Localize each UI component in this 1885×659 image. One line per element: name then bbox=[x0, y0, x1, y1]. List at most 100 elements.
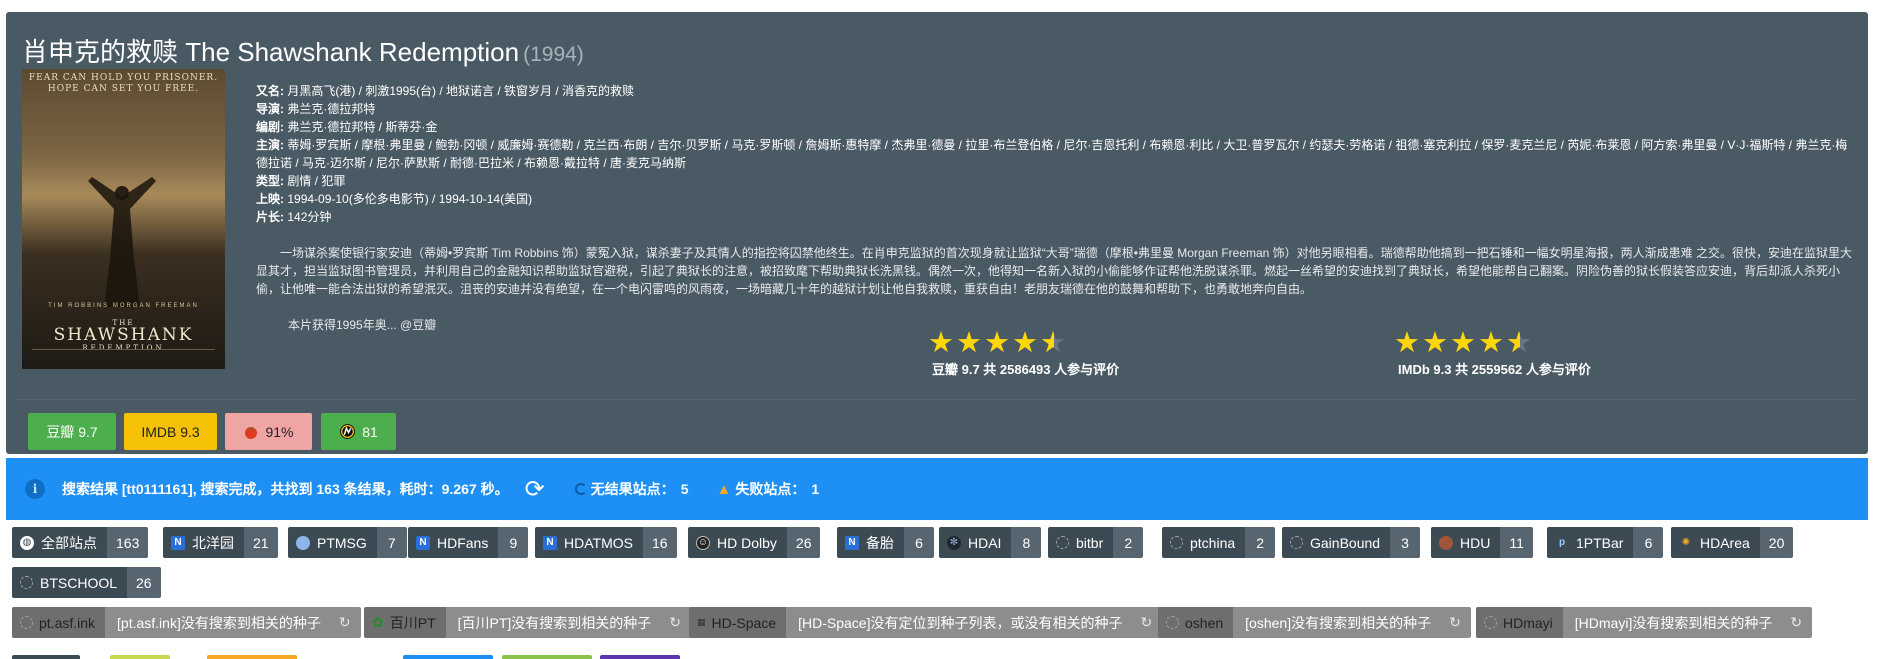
failed-site-name: HDmayi bbox=[1503, 614, 1553, 631]
info-value: 1994-09-10(多伦多电影节) / 1994-10-14(美国) bbox=[287, 192, 533, 206]
movie-info-list: 又名: 月黑高飞(港) / 刺激1995(台) / 地狱诺言 / 铁窗岁月 / … bbox=[256, 82, 1856, 226]
ball-logo-icon bbox=[1439, 535, 1453, 550]
info-value: 弗兰克·德拉邦特 bbox=[287, 102, 376, 116]
info-label: 类型: bbox=[256, 174, 284, 188]
ring-icon bbox=[1290, 536, 1303, 549]
info-row-director: 导演: 弗兰克·德拉邦特 bbox=[256, 100, 1856, 118]
douban-rating-badge[interactable]: 豆瓣 9.7 bbox=[28, 413, 116, 450]
site-filter-all[interactable]: ◍ 全部站点 163 bbox=[12, 527, 149, 558]
result-tag-peek bbox=[403, 655, 493, 659]
failed-site-baichuanpt[interactable]: ✿ 百川PT [百川PT]没有搜索到相关的种子 ↻ bbox=[364, 607, 692, 638]
imdb-stars: ★★★★★ bbox=[1394, 328, 1534, 358]
metacritic-rating-text: 81 bbox=[362, 423, 378, 440]
douban-rating-text: 豆瓣 9.7 bbox=[46, 423, 98, 440]
site-filter-beitai[interactable]: N 备胎 6 bbox=[837, 527, 934, 558]
site-filter-gainbound[interactable]: GainBound 3 bbox=[1282, 527, 1421, 558]
site-filter-1ptbar[interactable]: p 1PTBar 6 bbox=[1547, 527, 1664, 558]
ring-icon bbox=[1166, 616, 1179, 629]
result-tag-peek bbox=[12, 655, 80, 659]
noresult-count: 5 bbox=[680, 481, 689, 497]
site-filter-ptmsg[interactable]: PTMSG 7 bbox=[288, 527, 407, 558]
poster-figure-image bbox=[88, 177, 156, 307]
site-filter-hdatmos[interactable]: N HDATMOS 16 bbox=[535, 527, 677, 558]
refresh-icon[interactable]: ⟳ bbox=[525, 475, 545, 504]
movie-poster[interactable]: FEAR CAN HOLD YOU PRISONER. HOPE CAN SET… bbox=[22, 69, 225, 369]
globe-icon: ◍ bbox=[20, 535, 34, 550]
info-label: 上映: bbox=[256, 192, 284, 206]
site-count: 6 bbox=[1633, 527, 1664, 558]
site-filter-hdarea[interactable]: ✺ HDArea 20 bbox=[1671, 527, 1794, 558]
site-name: 北洋园 bbox=[192, 534, 234, 551]
loading-icon bbox=[574, 483, 587, 495]
site-filter-beiyangyuan[interactable]: N 北洋园 21 bbox=[163, 527, 278, 558]
imdb-rating-badge[interactable]: IMDB 9.3 bbox=[124, 413, 217, 450]
failed-label[interactable]: 失败站点： bbox=[735, 479, 805, 499]
site-count: 11 bbox=[1500, 527, 1533, 558]
retry-icon[interactable]: ↻ bbox=[339, 614, 351, 631]
site-name: PTMSG bbox=[317, 534, 367, 551]
ring-icon bbox=[1056, 536, 1069, 549]
metacritic-rating-badge[interactable]: 81 bbox=[321, 413, 396, 450]
ring-icon bbox=[1170, 536, 1183, 549]
retry-icon[interactable]: ↻ bbox=[1790, 614, 1802, 631]
info-label: 编剧: bbox=[256, 120, 284, 134]
failed-site-hdspace[interactable]: ▦ HD-Space [HD-Space]没有定位到种子列表，或没有相关的种子 ↻ bbox=[689, 607, 1163, 638]
noresult-label[interactable]: 无结果站点： bbox=[591, 479, 675, 499]
movie-info-panel: 肖申克的救赎 The Shawshank Redemption (1994) FE… bbox=[6, 12, 1868, 454]
n-logo-icon: N bbox=[416, 535, 430, 550]
site-filter-hdai[interactable]: ✻ HDAI 8 bbox=[939, 527, 1042, 558]
failed-site-hdmayi[interactable]: HDmayi [HDmayi]没有搜索到相关的种子 ↻ bbox=[1476, 607, 1813, 638]
search-status-text: 搜索结果 [tt0111161], 搜索完成，共找到 163 条结果，耗时：9.… bbox=[62, 481, 509, 497]
site-name: GainBound bbox=[1310, 534, 1381, 551]
site-filter-bitbr[interactable]: bitbr 2 bbox=[1048, 527, 1144, 558]
info-icon: i bbox=[25, 479, 45, 499]
imdb-rating-summary: IMDb 9.3 共 2559562 人参与评价 bbox=[1398, 362, 1591, 377]
info-row-genre: 类型: 剧情 / 犯罪 bbox=[256, 172, 1856, 190]
ring-icon bbox=[1484, 616, 1497, 629]
retry-icon[interactable]: ↻ bbox=[669, 614, 681, 631]
failed-site-oshen[interactable]: oshen [oshen]没有搜索到相关的种子 ↻ bbox=[1158, 607, 1471, 638]
movie-year: (1994) bbox=[523, 43, 584, 66]
site-count: 6 bbox=[904, 527, 934, 558]
site-filter-hddolby[interactable]: ☺ HD Dolby 26 bbox=[688, 527, 821, 558]
site-count: 26 bbox=[786, 527, 821, 558]
result-tag-peek bbox=[110, 655, 170, 659]
star-icon: ★ bbox=[956, 327, 984, 359]
site-filter-ptchina[interactable]: ptchina 2 bbox=[1162, 527, 1276, 558]
failed-site-ptasfink[interactable]: pt.asf.ink [pt.asf.ink]没有搜索到相关的种子 ↻ bbox=[12, 607, 361, 638]
failed-site-name: HD-Space bbox=[711, 614, 777, 631]
info-row-writer: 编剧: 弗兰克·德拉邦特 / 斯蒂芬·金 bbox=[256, 118, 1856, 136]
failed-site-message: [HDmayi]没有搜索到相关的种子 bbox=[1574, 614, 1773, 631]
site-filter-hdfans[interactable]: N HDFans 9 bbox=[408, 527, 529, 558]
n-logo-icon: N bbox=[845, 535, 859, 550]
movie-award: 本片获得1995年奥... @豆瓣 bbox=[288, 318, 437, 332]
failed-site-name: pt.asf.ink bbox=[39, 614, 96, 631]
retry-icon[interactable]: ↻ bbox=[1140, 614, 1152, 631]
info-label: 主演: bbox=[256, 138, 284, 152]
site-name: 备胎 bbox=[866, 534, 894, 551]
n-logo-icon: N bbox=[171, 535, 185, 550]
tomato-rating-badge[interactable]: 91% bbox=[225, 413, 312, 450]
circle-logo-icon bbox=[296, 535, 310, 550]
star-icon: ★ bbox=[1012, 327, 1040, 359]
retry-icon[interactable]: ↻ bbox=[1449, 614, 1461, 631]
star-half-icon: ★ bbox=[1040, 328, 1068, 358]
star-icon: ★ bbox=[1422, 327, 1450, 359]
divider bbox=[16, 399, 1858, 400]
poster-tagline: FEAR CAN HOLD YOU PRISONER. HOPE CAN SET… bbox=[28, 73, 219, 94]
failed-site-message: [pt.asf.ink]没有搜索到相关的种子 bbox=[117, 614, 321, 631]
site-filter-hdu[interactable]: HDU 11 bbox=[1431, 527, 1533, 558]
info-row-aka: 又名: 月黑高飞(港) / 刺激1995(台) / 地狱诺言 / 铁窗岁月 / … bbox=[256, 82, 1856, 100]
star-icon: ★ bbox=[928, 327, 956, 359]
warning-icon: ▲ bbox=[716, 480, 732, 498]
flame-logo-icon: ✺ bbox=[1681, 537, 1691, 548]
site-count: 7 bbox=[376, 527, 407, 558]
site-filter-btschool[interactable]: BTSCHOOL 26 bbox=[12, 567, 161, 598]
info-value: 剧情 / 犯罪 bbox=[287, 174, 346, 188]
site-name: bitbr bbox=[1076, 534, 1104, 551]
failed-site-name: 百川PT bbox=[389, 614, 436, 631]
result-tag-peek bbox=[207, 655, 297, 659]
site-name: HDArea bbox=[1700, 534, 1750, 551]
leaf-logo-icon: ✿ bbox=[372, 614, 384, 630]
site-count: 9 bbox=[498, 527, 529, 558]
